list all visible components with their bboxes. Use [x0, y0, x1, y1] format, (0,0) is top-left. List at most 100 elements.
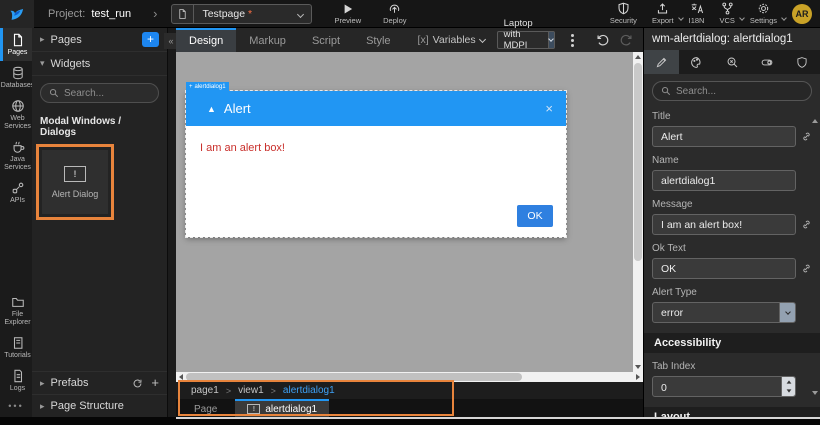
shield-icon [796, 56, 808, 69]
undo-button[interactable] [596, 33, 610, 47]
tab-security[interactable] [785, 50, 820, 74]
export-button[interactable]: Export [652, 2, 674, 25]
rail-more-button[interactable]: ••• [0, 397, 32, 417]
i18n-icon [690, 2, 704, 15]
widget-search[interactable] [40, 83, 159, 103]
canvas-bottom-tabs: Page ! alertdialog1 [176, 399, 643, 417]
message-input[interactable] [652, 214, 796, 235]
pages-icon [11, 33, 25, 47]
tab-styles[interactable] [679, 50, 714, 74]
api-nodes-icon [11, 181, 25, 195]
left-icon-rail: Pages Databases Web Services Java Servic… [0, 28, 32, 417]
field-label-oktext: Ok Text [652, 243, 812, 254]
widgets-section-header[interactable]: ▾ Widgets [32, 52, 167, 76]
logs-icon [11, 369, 25, 383]
scroll-left-arrow[interactable] [176, 372, 186, 382]
alert-type-select[interactable]: error [652, 302, 796, 323]
properties-scrollbar[interactable] [811, 102, 819, 413]
scroll-down-arrow[interactable] [633, 362, 643, 372]
security-button[interactable]: Security [610, 2, 637, 25]
bind-link-icon[interactable] [796, 263, 812, 274]
variables-icon: [x] [418, 34, 429, 46]
rail-item-file-explorer[interactable]: File Explorer [0, 290, 32, 331]
tab-style[interactable]: Style [353, 28, 403, 52]
selection-tag[interactable]: + alertdialog1 [186, 82, 229, 91]
tab-device[interactable] [750, 50, 785, 74]
tab-page[interactable]: Page [176, 399, 235, 417]
field-label-alert-type: Alert Type [652, 287, 812, 298]
move-icon: + [189, 84, 193, 90]
stepper-up-button[interactable] [782, 377, 795, 387]
toggle-icon [760, 56, 774, 69]
more-options-button[interactable] [565, 31, 580, 50]
breadcrumb-view1[interactable]: view1 [238, 385, 264, 396]
canvas-horizontal-scrollbar[interactable] [176, 372, 643, 382]
rail-item-pages[interactable]: Pages [0, 28, 32, 61]
rail-item-java-services[interactable]: Java Services [0, 135, 32, 176]
add-page-button[interactable]: + [142, 32, 159, 47]
scroll-right-arrow[interactable] [633, 372, 643, 382]
add-prefab-icon[interactable]: + [151, 378, 159, 388]
variables-button[interactable]: [x] Variables [418, 34, 485, 46]
alert-dialog-widget-card[interactable]: ! Alert Dialog [42, 150, 108, 214]
name-input[interactable] [652, 170, 796, 191]
canvas-vertical-scrollbar[interactable] [633, 52, 643, 372]
page-structure-section-header[interactable]: ▸ Page Structure [32, 394, 167, 417]
tab-alertdialog1[interactable]: ! alertdialog1 [235, 399, 329, 417]
field-label-tab-index: Tab Index [652, 361, 812, 372]
stepper-down-button[interactable] [782, 387, 795, 397]
breadcrumb-page1[interactable]: page1 [191, 385, 219, 396]
rail-item-logs[interactable]: Logs [0, 364, 32, 397]
vcs-branch-icon [721, 2, 734, 15]
tab-index-input[interactable] [653, 377, 781, 397]
properties-search[interactable] [652, 81, 812, 101]
magnifier-gear-icon [726, 56, 739, 69]
title-input[interactable] [652, 126, 796, 147]
chevron-right-icon: › [153, 6, 157, 21]
tab-events[interactable] [714, 50, 749, 74]
tab-markup[interactable]: Markup [236, 28, 299, 52]
breadcrumb-alertdialog1[interactable]: alertdialog1 [283, 385, 335, 396]
deploy-button[interactable]: Deploy [383, 3, 406, 25]
device-selector[interactable]: Laptop with MDPI Screen [497, 31, 555, 49]
prefabs-section-header[interactable]: ▸ Prefabs + [32, 371, 167, 394]
design-canvas[interactable]: + alertdialog1 ▲ Alert × I am an alert b… [176, 52, 633, 372]
dialog-ok-button[interactable]: OK [517, 205, 553, 227]
ok-text-input[interactable] [652, 258, 796, 279]
rail-item-web-services[interactable]: Web Services [0, 94, 32, 135]
widget-search-input[interactable] [64, 88, 152, 99]
i18n-button[interactable]: I18N [689, 2, 705, 25]
chevron-down-icon [479, 35, 486, 42]
app-logo-icon[interactable] [0, 0, 34, 28]
bind-link-icon[interactable] [796, 219, 812, 230]
tab-script[interactable]: Script [299, 28, 353, 52]
chevron-down-icon [548, 32, 554, 48]
chevron-down-icon [290, 5, 311, 23]
dialog-close-icon[interactable]: × [545, 101, 553, 116]
settings-button[interactable]: Settings [750, 2, 777, 25]
bind-link-icon[interactable] [796, 131, 812, 142]
tab-properties[interactable] [644, 50, 679, 74]
project-label: Project: [48, 8, 85, 20]
editor-center: Design Markup Script Style [x] Variables… [176, 28, 643, 417]
triangle-right-icon: ▸ [40, 378, 45, 389]
vcs-button[interactable]: VCS [719, 2, 734, 25]
pages-section-header[interactable]: ▸ Pages + [32, 28, 167, 52]
rail-item-databases[interactable]: Databases [0, 61, 32, 94]
redo-button[interactable] [619, 33, 633, 47]
rail-item-tutorials[interactable]: Tutorials [0, 331, 32, 364]
gear-icon [757, 2, 770, 15]
page-selector[interactable]: Testpage * [171, 4, 312, 24]
refresh-icon[interactable] [132, 378, 143, 389]
scroll-up-arrow[interactable] [633, 52, 643, 62]
alert-dialog-preview[interactable]: ▲ Alert × I am an alert box! OK [186, 91, 566, 237]
tab-design[interactable]: Design [176, 28, 236, 52]
section-layout: Layout [644, 407, 820, 417]
section-accessibility: Accessibility [644, 333, 820, 353]
chevron-down-icon [679, 8, 683, 26]
properties-search-input[interactable] [676, 86, 786, 97]
preview-button[interactable]: Preview [334, 3, 361, 25]
rail-item-apis[interactable]: APIs [0, 176, 32, 209]
user-avatar[interactable]: AR [792, 4, 812, 24]
search-icon [661, 86, 671, 96]
